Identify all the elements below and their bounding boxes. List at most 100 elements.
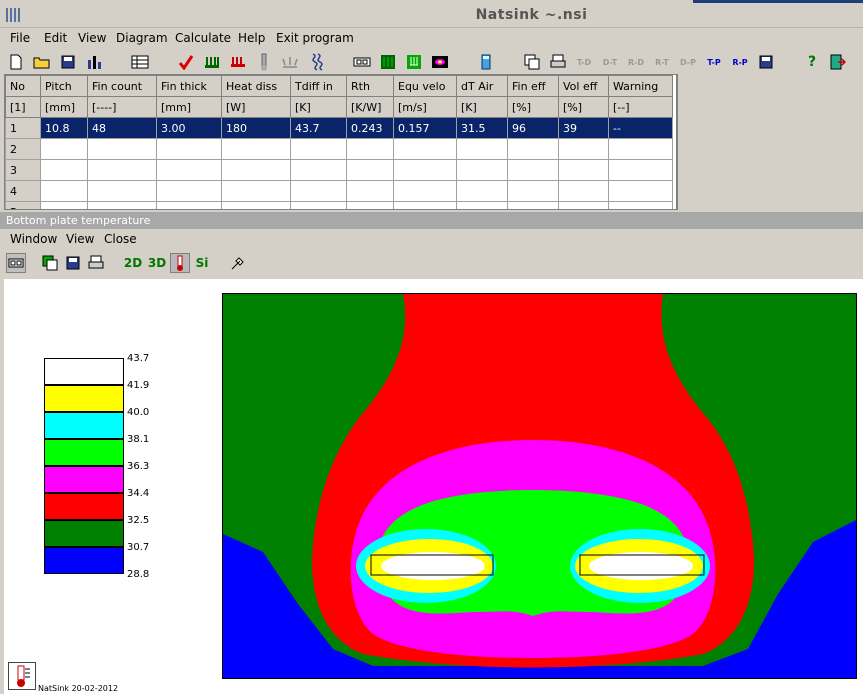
heatsink-icon[interactable] bbox=[202, 52, 222, 72]
table-cell[interactable]: 0.157 bbox=[393, 117, 457, 139]
menu-view[interactable]: View bbox=[78, 31, 106, 45]
table-row[interactable]: 2 bbox=[5, 138, 673, 160]
print-icon[interactable] bbox=[548, 52, 568, 72]
airflow-icon[interactable] bbox=[306, 52, 326, 72]
print-image-icon[interactable] bbox=[86, 253, 106, 273]
col-header[interactable]: dT Air bbox=[456, 75, 508, 97]
row-number[interactable]: 1 bbox=[5, 117, 41, 139]
d-p-button[interactable]: D-P bbox=[678, 52, 698, 72]
col-header[interactable]: Warning bbox=[608, 75, 673, 97]
unit-cell: [W] bbox=[221, 96, 291, 118]
unit-cell: [--] bbox=[608, 96, 673, 118]
main-toolbar: T-D D-T R-D R-T D-P T-P R-P ? bbox=[0, 50, 863, 74]
col-header[interactable]: Fin thick bbox=[156, 75, 222, 97]
view-2d-button[interactable]: 2D bbox=[122, 253, 144, 273]
col-header[interactable]: Vol eff bbox=[558, 75, 609, 97]
menu-calculate[interactable]: Calculate bbox=[175, 31, 231, 45]
save-results-icon[interactable] bbox=[756, 52, 776, 72]
legend-swatch bbox=[44, 358, 124, 385]
view-3d-button[interactable]: 3D bbox=[146, 253, 168, 273]
legend-swatch bbox=[44, 493, 124, 520]
row-number[interactable]: 2 bbox=[5, 138, 41, 160]
save-icon[interactable] bbox=[58, 52, 78, 72]
copy-image-icon[interactable] bbox=[40, 253, 60, 273]
component-icon[interactable] bbox=[352, 52, 372, 72]
calculator-icon[interactable] bbox=[476, 52, 496, 72]
si-units-button[interactable]: Si bbox=[192, 253, 212, 273]
table-cell[interactable]: 39 bbox=[558, 117, 609, 139]
help-button[interactable]: ? bbox=[802, 52, 822, 72]
new-file-icon[interactable] bbox=[6, 52, 26, 72]
menu-help[interactable]: Help bbox=[238, 31, 265, 45]
row-number[interactable]: 5 bbox=[5, 201, 41, 209]
temperature-view-icon[interactable] bbox=[170, 253, 190, 273]
open-folder-icon[interactable] bbox=[32, 52, 52, 72]
table-cell[interactable]: 10.8 bbox=[40, 117, 88, 139]
table-row[interactable]: 1 10.8 48 3.00 180 43.7 0.243 0.157 31.5… bbox=[5, 117, 673, 139]
menu-exit-program[interactable]: Exit program bbox=[276, 31, 354, 45]
col-header[interactable]: Rth bbox=[346, 75, 394, 97]
contour-band-41-9-left bbox=[381, 552, 485, 580]
save-image-icon[interactable] bbox=[63, 253, 83, 273]
r-t-button[interactable]: R-T bbox=[652, 52, 672, 72]
unit-cell: [K] bbox=[290, 96, 347, 118]
table-cell[interactable]: 96 bbox=[507, 117, 559, 139]
temperature-contour-plot[interactable] bbox=[222, 293, 857, 679]
thermometer-logo-icon bbox=[8, 662, 36, 690]
col-header[interactable]: Tdiff in bbox=[290, 75, 347, 97]
table-cell[interactable]: 3.00 bbox=[156, 117, 222, 139]
col-header[interactable]: Fin count bbox=[87, 75, 157, 97]
menu-view-sub[interactable]: View bbox=[66, 232, 94, 246]
table-cell[interactable]: 31.5 bbox=[456, 117, 508, 139]
menu-diagram[interactable]: Diagram bbox=[116, 31, 168, 45]
r-p-button[interactable]: R-P bbox=[730, 52, 750, 72]
col-header[interactable]: Equ velo bbox=[393, 75, 457, 97]
table-row[interactable]: 5 bbox=[5, 201, 673, 209]
row-number[interactable]: 4 bbox=[5, 180, 41, 202]
results-grid: No Pitch Fin count Fin thick Heat diss T… bbox=[4, 74, 677, 210]
grid-header-row: No Pitch Fin count Fin thick Heat diss T… bbox=[5, 75, 673, 97]
col-header[interactable]: No bbox=[5, 75, 41, 97]
subwindow-toolbar: 2D 3D Si bbox=[0, 250, 863, 277]
subwindow-title: Bottom plate temperature bbox=[0, 212, 863, 229]
legend-label: 30.7 bbox=[127, 542, 150, 553]
row-number[interactable]: 3 bbox=[5, 159, 41, 181]
unit-cell: [m/s] bbox=[393, 96, 457, 118]
thermometer-icon[interactable] bbox=[254, 52, 274, 72]
check-icon[interactable] bbox=[176, 52, 196, 72]
legend-label: 32.5 bbox=[127, 515, 150, 526]
pcb-icon[interactable] bbox=[378, 52, 398, 72]
col-header[interactable]: Pitch bbox=[40, 75, 88, 97]
t-p-button[interactable]: T-P bbox=[704, 52, 724, 72]
table-row[interactable]: 4 bbox=[5, 180, 673, 202]
legend-label: 36.3 bbox=[127, 461, 150, 472]
col-header[interactable]: Fin eff bbox=[507, 75, 559, 97]
menu-file[interactable]: File bbox=[10, 31, 30, 45]
table-row[interactable]: 3 bbox=[5, 159, 673, 181]
chart-icon[interactable] bbox=[84, 52, 104, 72]
unit-cell: [----] bbox=[87, 96, 157, 118]
table-cell[interactable]: 48 bbox=[87, 117, 157, 139]
radiation-icon[interactable] bbox=[280, 52, 300, 72]
r-d-button[interactable]: R-D bbox=[626, 52, 646, 72]
col-header[interactable]: Heat diss bbox=[221, 75, 291, 97]
d-t-button[interactable]: D-T bbox=[600, 52, 620, 72]
table-cell[interactable]: 43.7 bbox=[290, 117, 347, 139]
table-cell[interactable]: 0.243 bbox=[346, 117, 394, 139]
component-view-icon[interactable] bbox=[6, 253, 26, 273]
thermal-image-icon[interactable] bbox=[430, 52, 450, 72]
table-cell[interactable]: -- bbox=[608, 117, 673, 139]
title-bar: Natsink ~.nsi bbox=[0, 0, 863, 28]
fins-icon[interactable] bbox=[404, 52, 424, 72]
legend-label: 28.8 bbox=[127, 569, 150, 580]
menu-close[interactable]: Close bbox=[104, 232, 137, 246]
heatsink-red-icon[interactable] bbox=[228, 52, 248, 72]
t-d-button[interactable]: T-D bbox=[574, 52, 594, 72]
copy-icon[interactable] bbox=[522, 52, 542, 72]
menu-window[interactable]: Window bbox=[10, 232, 57, 246]
exit-icon[interactable] bbox=[828, 52, 848, 72]
probe-icon[interactable] bbox=[228, 253, 248, 273]
table-cell[interactable]: 180 bbox=[221, 117, 291, 139]
menu-edit[interactable]: Edit bbox=[44, 31, 67, 45]
table-icon[interactable] bbox=[130, 52, 150, 72]
